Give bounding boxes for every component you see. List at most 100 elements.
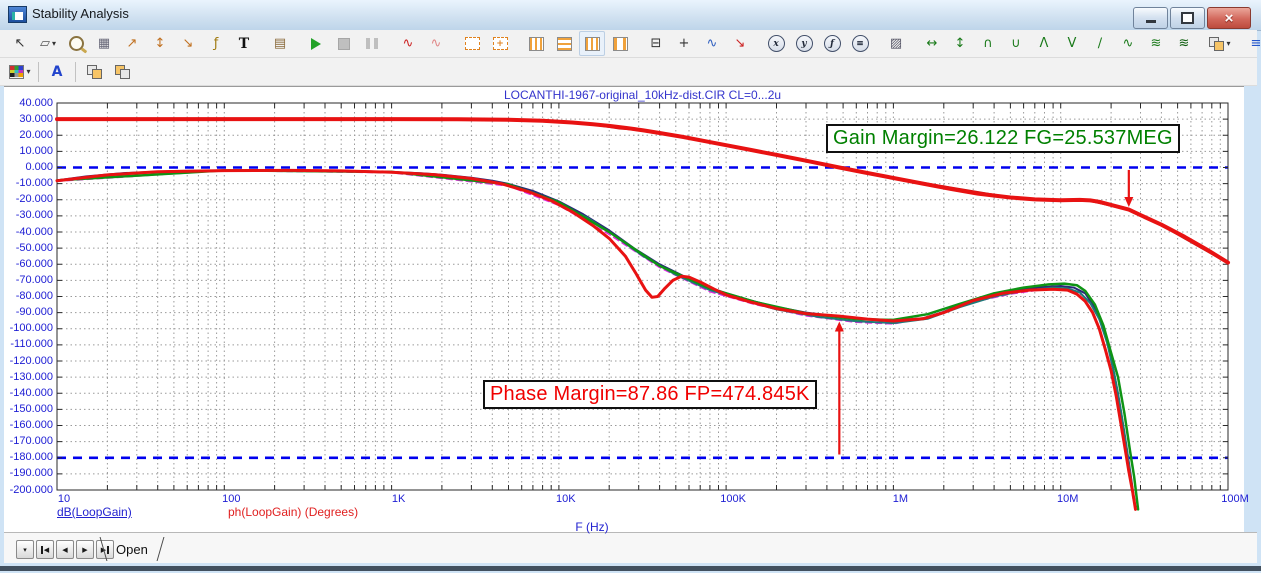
go-to-marker-button[interactable]: ↘ <box>727 31 753 56</box>
close-icon: × <box>1224 9 1234 27</box>
copy-graphics-button[interactable]: ▾ <box>1207 31 1233 56</box>
properties-dialog-button[interactable]: ▤ <box>267 31 293 56</box>
y-tick-label: 0.000 <box>25 161 53 173</box>
send-to-back-button[interactable] <box>109 59 135 84</box>
cursor-branches-button[interactable] <box>579 31 605 56</box>
copy-graphics-dropdown-icon[interactable]: ▾ <box>1226 39 1230 48</box>
main-toolbar: ↖▱▾▦↗↕↘ƒT▤∿∿+⊟+∿↘xyƒ≡▨↔↕∩∪ΛV∕∿≋≋▾≡▦∿∿+−% <box>0 30 1261 58</box>
restore-button[interactable] <box>1170 7 1205 29</box>
low-button[interactable]: V <box>1059 31 1085 56</box>
graphics-objects-dropdown-icon[interactable]: ▾ <box>52 39 56 48</box>
horizontal-tag-button[interactable]: ↔ <box>919 31 945 56</box>
analysis-plot-icon: ∿ <box>402 36 414 51</box>
y-tick-label: -20.000 <box>15 193 53 206</box>
select-region-button[interactable] <box>459 31 485 56</box>
y-tick-label: -60.000 <box>15 257 53 270</box>
vertical-tag-icon: ↕ <box>954 36 966 51</box>
bring-to-front-icon <box>86 64 102 79</box>
edit-annotation-button[interactable]: ▨ <box>883 31 909 56</box>
phase-margin-annotation[interactable]: Phase Margin=87.86 FP=474.845K <box>483 380 817 409</box>
go-to-branch-icon: ≡ <box>851 35 869 52</box>
toolbar-separator <box>38 61 39 82</box>
chart-title: LOCANTHI-1967-original_10kHz-dist.CIR CL… <box>503 88 782 102</box>
restore-icon <box>1181 12 1194 24</box>
vertical-auto-scale-icon: ↕ <box>154 36 166 51</box>
legend-db-loopgain[interactable]: dB(LoopGain) <box>57 505 132 519</box>
select-tool-button[interactable]: ↖ <box>7 31 33 56</box>
send-to-back-icon <box>114 64 130 79</box>
y-tick-label: -180.000 <box>9 451 53 464</box>
horizontal-cursor-icon: ⊟ <box>650 36 662 51</box>
go-to-performance-button[interactable]: ƒ <box>819 31 845 56</box>
go-to-y-button[interactable]: y <box>791 31 817 56</box>
envelope-bottom-button[interactable]: ≋ <box>1171 31 1197 56</box>
peak-button[interactable]: ∩ <box>975 31 1001 56</box>
next-branch-button[interactable]: ∿ <box>699 31 725 56</box>
color-palette-button[interactable]: ▾ <box>7 59 33 84</box>
magnify-region-button[interactable]: + <box>487 31 513 56</box>
optimizer-plot-button[interactable]: ∿ <box>423 31 449 56</box>
cursor-lines-button[interactable] <box>523 31 549 56</box>
app-icon-chart <box>12 12 23 20</box>
go-to-x-icon: x <box>767 35 785 52</box>
text-report-button[interactable]: ≡ <box>1243 31 1261 56</box>
pause-button[interactable] <box>359 31 385 56</box>
cursor-pairs-button[interactable] <box>607 31 633 56</box>
minimize-button[interactable] <box>1133 7 1168 29</box>
envelope-top-button[interactable]: ≋ <box>1143 31 1169 56</box>
font-icon: A <box>51 63 63 80</box>
stop-button[interactable] <box>331 31 357 56</box>
tracker-cursor-button[interactable]: + <box>671 31 697 56</box>
restore-scale-icon: ↘ <box>182 36 194 51</box>
auto-scale-button[interactable]: ↗ <box>119 31 145 56</box>
fx-scale-button[interactable]: ƒ <box>203 31 229 56</box>
graphics-objects-button[interactable]: ▱ ▾ <box>35 31 61 56</box>
ginput-crossing-icon: ∿ <box>1122 36 1134 51</box>
scroll-menu-button[interactable]: ▾ <box>16 540 34 559</box>
restore-scale-button[interactable]: ↘ <box>175 31 201 56</box>
valley-button[interactable]: ∪ <box>1003 31 1029 56</box>
zoom-window-button[interactable] <box>63 31 89 56</box>
gain-margin-annotation[interactable]: Gain Margin=26.122 FG=25.537MEG <box>826 124 1180 153</box>
go-to-x-button[interactable]: x <box>763 31 789 56</box>
next-plot-button[interactable]: ▶ <box>76 540 94 559</box>
x-tick-label: 10 <box>57 493 71 505</box>
font-button[interactable]: A <box>44 59 70 84</box>
y-tick-label: -30.000 <box>15 209 53 222</box>
x-axis-title: F (Hz) <box>575 520 609 534</box>
first-plot-button[interactable]: ◀ <box>36 540 54 559</box>
close-button[interactable]: × <box>1207 7 1251 29</box>
plot-properties-button[interactable]: ▦ <box>91 31 117 56</box>
status-strip <box>0 566 1261 571</box>
text-tool-icon: T <box>238 35 250 52</box>
tab-open-label: Open <box>116 541 148 557</box>
slope-button[interactable]: ∕ <box>1087 31 1113 56</box>
low-icon: V <box>1067 36 1077 51</box>
select-tool-icon: ↖ <box>14 36 26 51</box>
ginput-crossing-button[interactable]: ∿ <box>1115 31 1141 56</box>
tab-open[interactable]: Open <box>100 537 164 561</box>
horizontal-cursor-button[interactable]: ⊟ <box>643 31 669 56</box>
legend-ph-loopgain[interactable]: ph(LoopGain) (Degrees) <box>228 505 358 519</box>
run-button[interactable] <box>303 31 329 56</box>
title-bar[interactable]: Stability Analysis × <box>0 0 1261 31</box>
vertical-auto-scale-button[interactable]: ↕ <box>147 31 173 56</box>
color-palette-dropdown-icon[interactable]: ▾ <box>26 67 30 76</box>
cursor-pairs-icon <box>612 36 628 51</box>
peak-icon: ∩ <box>983 36 993 51</box>
run-icon <box>311 37 321 50</box>
bring-to-front-button[interactable] <box>81 59 107 84</box>
analysis-plot-button[interactable]: ∿ <box>395 31 421 56</box>
y-tick-label: -160.000 <box>9 419 53 431</box>
cursor-values-button[interactable] <box>551 31 577 56</box>
cursor-values-icon <box>556 36 572 51</box>
go-to-branch-button[interactable]: ≡ <box>847 31 873 56</box>
magnify-region-icon: + <box>492 37 508 50</box>
text-tool-button[interactable]: T <box>231 31 257 56</box>
high-button[interactable]: Λ <box>1031 31 1057 56</box>
vertical-tag-button[interactable]: ↕ <box>947 31 973 56</box>
chart-panel <box>4 86 1244 533</box>
previous-plot-button[interactable]: ◀ <box>56 540 74 559</box>
y-tick-label: 20.000 <box>19 128 53 141</box>
copy-graphics-icon <box>1209 36 1225 51</box>
